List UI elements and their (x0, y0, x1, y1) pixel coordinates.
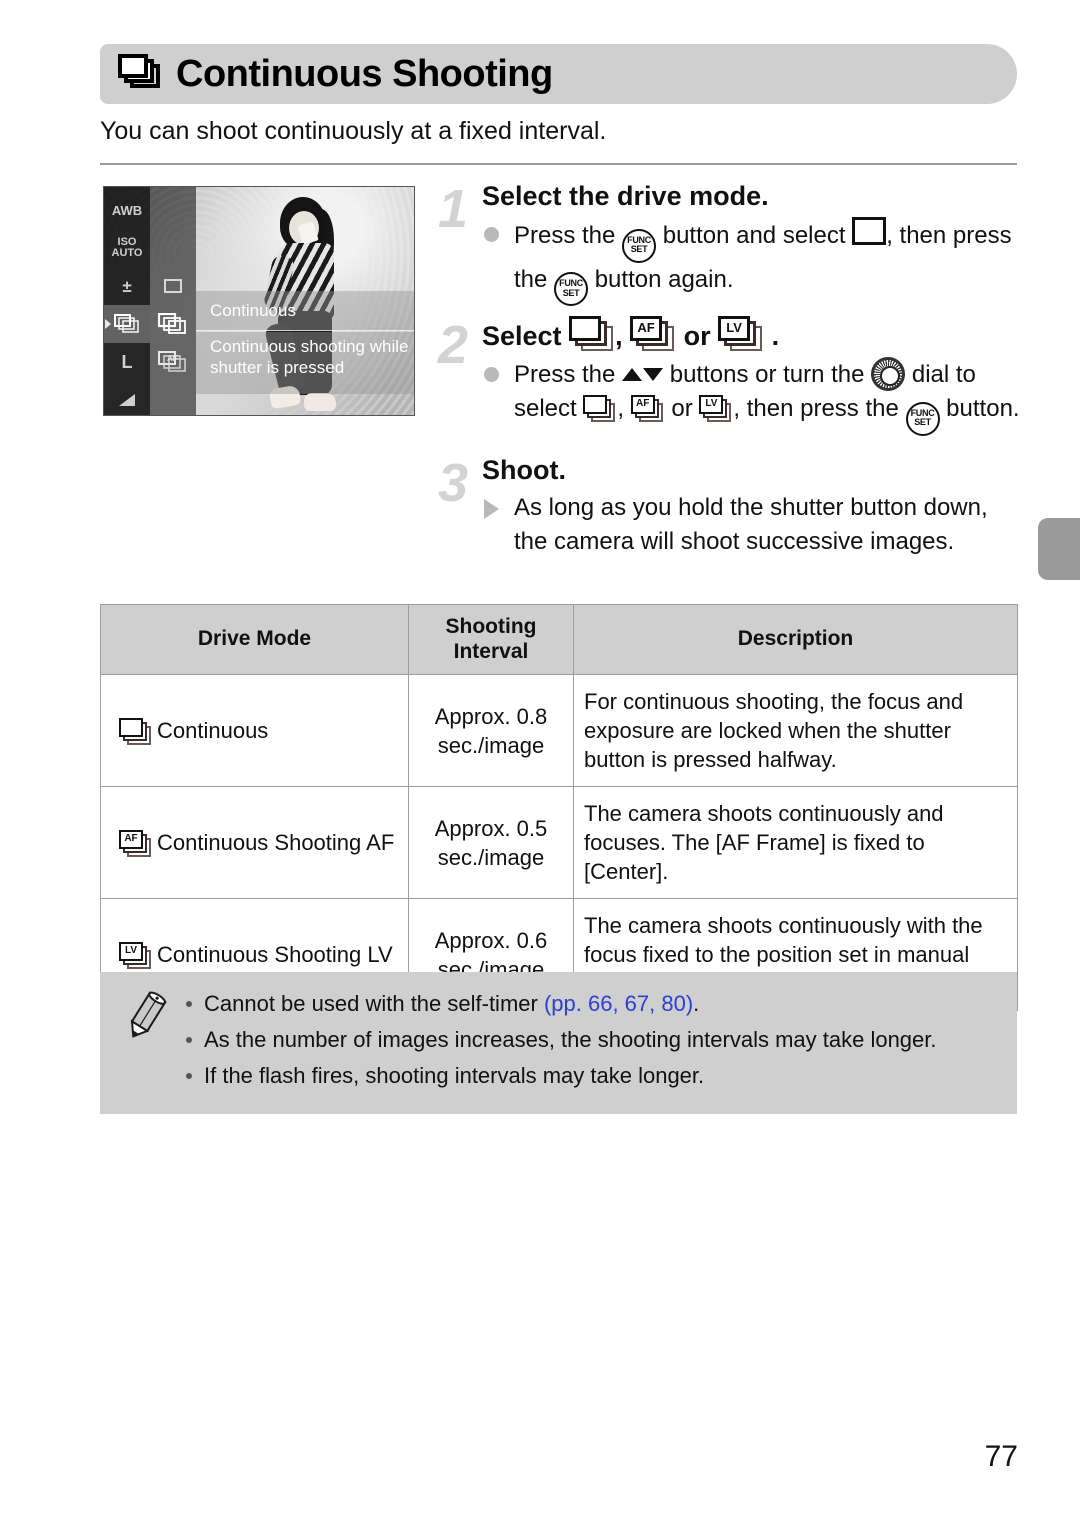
func-set-button-icon: FUNC SET (622, 228, 657, 263)
step-2-heading-sep2: or (676, 321, 719, 352)
note-text-end: . (693, 991, 700, 1016)
notes-box: Cannot be used with the self-timer (pp. … (100, 972, 1017, 1114)
chapter-tab (1038, 518, 1080, 580)
step-2-text-b: buttons or turn the (663, 361, 872, 389)
bullet-triangle-icon (484, 498, 499, 519)
step-3: 3 Shoot. As long as you hold the shutter… (430, 454, 1020, 559)
lcd-flash-exposure-icon[interactable]: ± (104, 267, 150, 305)
step-3-body: As long as you hold the shutter button d… (482, 491, 1020, 559)
step-2-number: 2 (437, 315, 469, 376)
lcd-single-shot-icon[interactable] (150, 267, 196, 305)
note-text: Cannot be used with the self-timer (204, 991, 544, 1016)
cell-shooting-interval: Approx. 0.5 sec./image (408, 786, 574, 900)
drive-mode-label: Continuous Shooting LV (157, 942, 393, 968)
step-1: 1 Select the drive mode. Press the FUNC S… (430, 179, 1020, 307)
continuous-icon (569, 316, 615, 352)
control-dial-icon (871, 357, 906, 392)
intro-text: You can shoot continuously at a fixed in… (100, 117, 607, 145)
step-2-body: Press the buttons or turn the dial to se… (482, 357, 1020, 437)
lcd-continuous-icon[interactable] (150, 305, 196, 343)
step-2-text-f: , then press the (733, 395, 906, 423)
step-2-text-a: Press the (514, 361, 623, 389)
step-2-heading-end: . (764, 321, 780, 352)
continuous-lv-icon: LV (699, 395, 733, 423)
cell-drive-mode: AF Continuous Shooting AF (100, 786, 409, 900)
cell-shooting-interval: Approx. 0.8 sec./image (408, 673, 574, 788)
step-2-heading-sep1: , (615, 321, 631, 352)
continuous-af-icon: AF (119, 829, 153, 857)
cell-description: For continuous shooting, the focus and e… (573, 673, 1018, 788)
page-header: Continuous Shooting (100, 44, 1017, 104)
lcd-drive-mode-icon[interactable] (104, 305, 150, 343)
step-2-text-e: or (664, 395, 700, 423)
cell-drive-mode: Continuous (100, 673, 409, 788)
table-row: Continuous Approx. 0.8 sec./image For co… (100, 673, 1018, 788)
step-2: 2 Select , AF or LV . Press the buttons … (430, 315, 1020, 437)
lcd-func-menu-column[interactable]: AWB ISO AUTO ± L (104, 187, 150, 415)
step-1-heading: Select the drive mode. (482, 181, 769, 211)
bullet-dot-icon (484, 367, 499, 383)
column-header-drive-mode: Drive Mode (100, 604, 409, 675)
lcd-selected-title: Continuous (196, 291, 414, 331)
table-header-row: Drive Mode Shooting Interval Description (100, 604, 1018, 675)
lcd-image-size-icon[interactable]: L (104, 343, 150, 381)
note-text: As the number of images increases, the s… (204, 1027, 937, 1053)
continuous-shooting-icon (118, 53, 162, 95)
step-2-text-d: , (617, 395, 631, 423)
lcd-option-column[interactable]: AF (150, 187, 196, 415)
cell-description: The camera shoots continuously and focus… (573, 786, 1018, 900)
continuous-af-icon: AF (630, 316, 676, 352)
step-1-body: Press the FUNC SET button and select , th… (482, 216, 1020, 307)
func-set-button-icon: FUNC SET (554, 272, 589, 307)
continuous-icon (119, 717, 153, 745)
note-text: If the flash fires, shooting intervals m… (204, 1063, 705, 1089)
continuous-lv-icon: LV (718, 316, 764, 352)
procedure-steps: 1 Select the drive mode. Press the FUNC S… (430, 180, 1020, 563)
camera-lcd-screenshot: AWB ISO AUTO ± L AF Continuous Continuou… (103, 186, 415, 416)
column-header-shooting-interval: Shooting Interval (408, 604, 574, 675)
step-3-heading: Shoot. (482, 455, 566, 486)
step-2-text-g: button. (939, 395, 1020, 423)
page-title: Continuous Shooting (176, 52, 553, 95)
pencil-note-icon (124, 990, 168, 1042)
page-reference-link[interactable]: (pp. 66, 67, 80) (544, 991, 693, 1016)
note-item: Cannot be used with the self-timer (pp. … (186, 988, 999, 1020)
lcd-image-quality-icon[interactable] (104, 381, 150, 415)
step-1-text-b: button and select (656, 221, 853, 249)
lcd-continuous-af-icon[interactable]: AF (150, 343, 196, 381)
svg-text:AF: AF (167, 354, 178, 363)
drive-mode-table: Drive Mode Shooting Interval Description … (100, 604, 1018, 1012)
drive-mode-label: Continuous Shooting AF (157, 830, 395, 856)
step-2-heading-prefix: Select (482, 321, 570, 352)
drive-mode-label: Continuous (157, 718, 269, 744)
page-number: 77 (984, 1440, 1018, 1473)
note-item: If the flash fires, shooting intervals m… (186, 1060, 999, 1092)
step-1-text-a: Press the (514, 221, 623, 249)
single-shot-icon (852, 216, 887, 245)
step-3-text: As long as you hold the shutter button d… (514, 493, 988, 555)
continuous-af-icon: AF (630, 395, 665, 423)
lcd-iso-auto-icon[interactable]: ISO AUTO (104, 229, 150, 267)
continuous-lv-icon: LV (119, 941, 153, 969)
step-1-text-d: button again. (588, 265, 734, 293)
func-set-button-icon: FUNC SET (905, 402, 940, 437)
step-1-number: 1 (437, 179, 469, 239)
bullet-dot-icon (484, 226, 499, 242)
header-divider (100, 163, 1017, 165)
column-header-description: Description (573, 604, 1018, 675)
lcd-selected-description: Continuous shooting while shutter is pre… (196, 332, 414, 394)
down-arrow-icon (643, 368, 664, 382)
lcd-awb-icon[interactable]: AWB (104, 191, 150, 229)
table-row: AF Continuous Shooting AF Approx. 0.5 se… (100, 786, 1018, 900)
continuous-icon (583, 395, 617, 423)
up-arrow-icon (622, 368, 643, 382)
step-2-heading: Select , AF or LV . (482, 316, 1020, 354)
step-3-number: 3 (437, 453, 469, 514)
note-item: As the number of images increases, the s… (186, 1024, 999, 1056)
